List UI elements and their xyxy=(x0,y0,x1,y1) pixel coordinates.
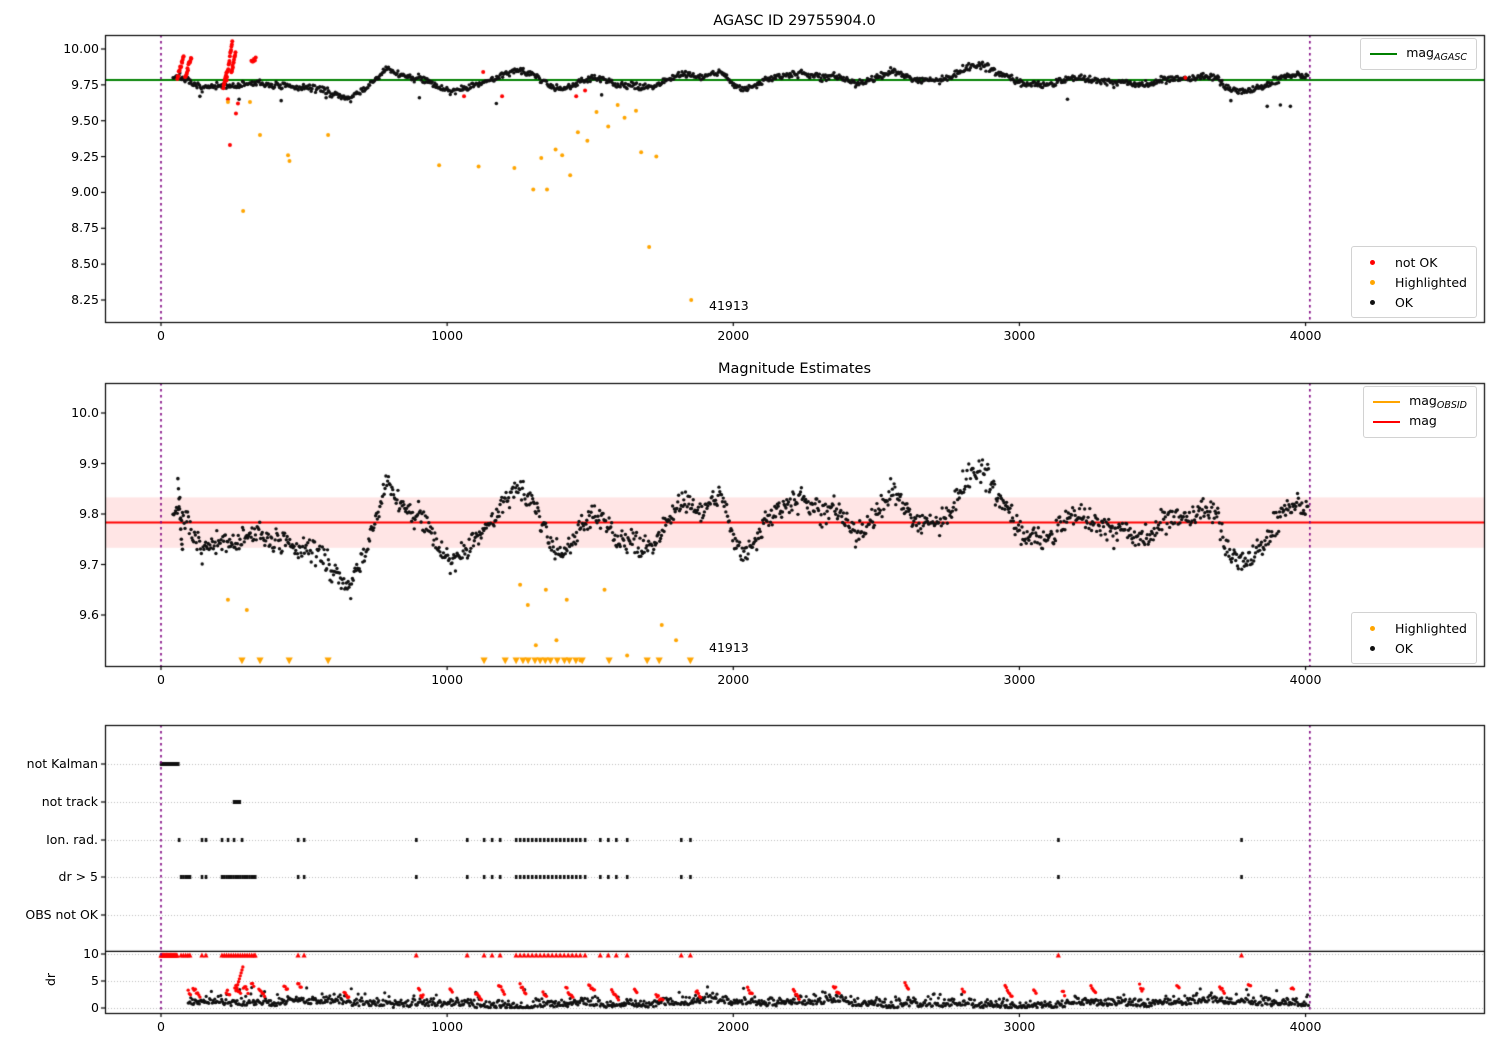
legend-label: magOBSID xyxy=(1409,393,1467,411)
ytick-label: 10.00 xyxy=(63,41,99,56)
ytick-label: 8.50 xyxy=(71,256,99,272)
xtick-label: 3000 xyxy=(1003,1019,1036,1034)
legend-point-status-top: not OK Highlighted OK xyxy=(1350,246,1477,318)
legend-point-status-middle: Highlighted OK xyxy=(1350,612,1477,664)
ytick-label: 9.25 xyxy=(71,148,99,164)
dr-ytick-label: 0 xyxy=(91,1000,99,1015)
ytick-label: 8.25 xyxy=(71,292,99,307)
black-dot-swatch xyxy=(1369,299,1375,305)
panel2-title: Magnitude Estimates xyxy=(717,361,872,377)
legend-label: Highlighted xyxy=(1394,620,1467,636)
legend-row: mag xyxy=(1373,412,1467,432)
figure: AGASC ID 29755904.0 Magnitude Estimates … xyxy=(0,0,1500,1050)
xtick-label: 4000 xyxy=(1289,1019,1322,1034)
ytick-label: 9.75 xyxy=(71,76,99,92)
dr-ytick-label: 10 xyxy=(83,946,99,961)
ytick-label: 9.7 xyxy=(79,556,99,572)
legend-row: not OK xyxy=(1361,252,1467,272)
ytick-label: 9.50 xyxy=(71,112,99,128)
xtick-label: 3000 xyxy=(1003,328,1036,343)
legend-row: Highlighted xyxy=(1361,272,1467,292)
legend-row: Highlighted xyxy=(1361,618,1467,638)
ytick-label: 9.6 xyxy=(79,607,99,622)
ytick-label: 10.0 xyxy=(71,405,99,420)
xtick-label: 1000 xyxy=(431,672,464,687)
legend-label: not OK xyxy=(1394,254,1438,270)
xtick-label: 0 xyxy=(157,328,165,343)
xtick-label: 3000 xyxy=(1003,672,1036,687)
legend-label: mag xyxy=(1409,413,1437,428)
red-line-swatch xyxy=(1373,421,1401,423)
legend-mag-agasc: magAGASC xyxy=(1360,38,1477,70)
legend-row: magOBSID xyxy=(1373,392,1467,412)
ytick-label: 9.00 xyxy=(71,184,99,200)
red-dot-swatch xyxy=(1369,259,1375,265)
ytick-label: 9.8 xyxy=(79,506,99,521)
legend-row: OK xyxy=(1361,638,1467,658)
black-dot-swatch xyxy=(1369,645,1375,651)
xtick-label: 2000 xyxy=(717,328,750,343)
flag-category-label: OBS not OK xyxy=(25,907,98,922)
ytick-label: 8.75 xyxy=(71,220,99,236)
flag-category-label: dr > 5 xyxy=(58,869,98,884)
legend-row: magAGASC xyxy=(1370,44,1467,64)
xtick-label: 0 xyxy=(157,672,165,687)
orange-dot-swatch xyxy=(1369,625,1375,631)
legend-row: OK xyxy=(1361,292,1467,312)
dr-ytick-label: 5 xyxy=(91,973,99,988)
orange-dot-swatch xyxy=(1369,279,1375,285)
flag-category-label: not Kalman xyxy=(26,756,98,771)
orange-line-swatch xyxy=(1373,401,1401,403)
xtick-label: 1000 xyxy=(431,328,464,343)
legend-label: Highlighted xyxy=(1394,274,1467,290)
flag-category-label: Ion. rad. xyxy=(46,832,98,847)
xtick-label: 2000 xyxy=(717,1019,750,1034)
legend-label: magAGASC xyxy=(1406,45,1467,63)
xtick-label: 0 xyxy=(157,1019,165,1034)
legend-mag-lines-middle: magOBSID mag xyxy=(1363,386,1477,438)
xtick-label: 4000 xyxy=(1289,672,1322,687)
legend-label: OK xyxy=(1394,294,1413,310)
legend-label: OK xyxy=(1394,640,1413,656)
annotation-obsid-middle: 41913 xyxy=(709,640,749,655)
ytick-label: 9.9 xyxy=(79,455,99,471)
chart-canvas xyxy=(0,0,1500,1050)
panel1-title: AGASC ID 29755904.0 xyxy=(713,13,876,29)
flag-category-label: not track xyxy=(41,794,98,809)
green-line-swatch xyxy=(1370,53,1398,55)
xtick-label: 4000 xyxy=(1289,328,1322,343)
annotation-obsid-top: 41913 xyxy=(709,298,749,313)
xtick-label: 1000 xyxy=(431,1019,464,1034)
xtick-label: 2000 xyxy=(717,672,750,687)
